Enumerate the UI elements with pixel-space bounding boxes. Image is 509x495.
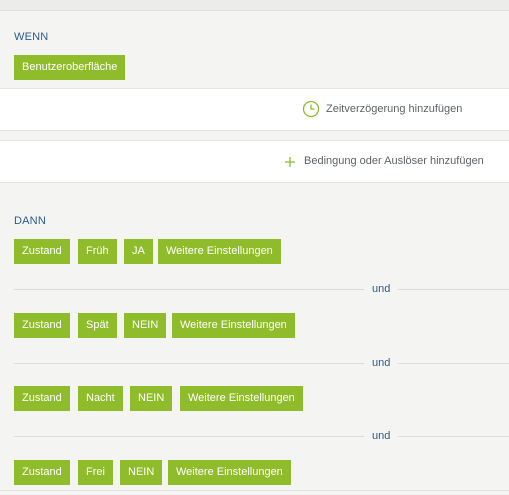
type-chip[interactable]: Zustand — [14, 460, 70, 485]
type-chip[interactable]: Zustand — [14, 239, 70, 264]
more-settings-button[interactable]: Weitere Einstellungen — [158, 239, 281, 264]
wenn-label: WENN — [14, 31, 49, 43]
more-settings-button[interactable]: Weitere Einstellungen — [172, 313, 295, 338]
value-chip[interactable]: Frei — [78, 460, 113, 485]
value-chip[interactable]: Spät — [78, 313, 117, 338]
connector-line — [14, 289, 364, 290]
connector-line — [398, 436, 509, 437]
connector-und: und — [372, 357, 391, 369]
connector-und: und — [372, 430, 391, 442]
state-chip[interactable]: NEIN — [130, 386, 173, 411]
state-chip[interactable]: NEIN — [124, 313, 167, 338]
more-settings-button[interactable]: Weitere Einstellungen — [168, 460, 291, 485]
trigger-chip-benutzeroberflaeche[interactable]: Benutzeroberfläche — [14, 55, 126, 80]
connector-line — [398, 363, 509, 364]
connector-und: und — [372, 283, 391, 295]
top-bar — [0, 0, 509, 11]
value-chip[interactable]: Nacht — [78, 386, 123, 411]
state-chip[interactable]: JA — [124, 239, 153, 264]
type-chip[interactable]: Zustand — [14, 313, 70, 338]
divider — [0, 490, 509, 491]
dann-label: DANN — [14, 215, 46, 227]
condition-panel: Bedingung oder Auslöser hinzufügen — [0, 140, 509, 183]
plus-icon[interactable] — [284, 156, 296, 168]
delay-panel: Zeitverzögerung hinzufügen — [0, 88, 509, 131]
clock-icon[interactable] — [302, 100, 320, 118]
type-chip[interactable]: Zustand — [14, 386, 70, 411]
add-condition-link[interactable]: Bedingung oder Auslöser hinzufügen — [304, 155, 484, 167]
add-delay-link[interactable]: Zeitverzögerung hinzufügen — [326, 103, 462, 115]
more-settings-button[interactable]: Weitere Einstellungen — [180, 386, 303, 411]
value-chip[interactable]: Früh — [78, 239, 117, 264]
connector-line — [14, 363, 364, 364]
state-chip[interactable]: NEIN — [120, 460, 163, 485]
connector-line — [14, 436, 364, 437]
connector-line — [398, 289, 509, 290]
